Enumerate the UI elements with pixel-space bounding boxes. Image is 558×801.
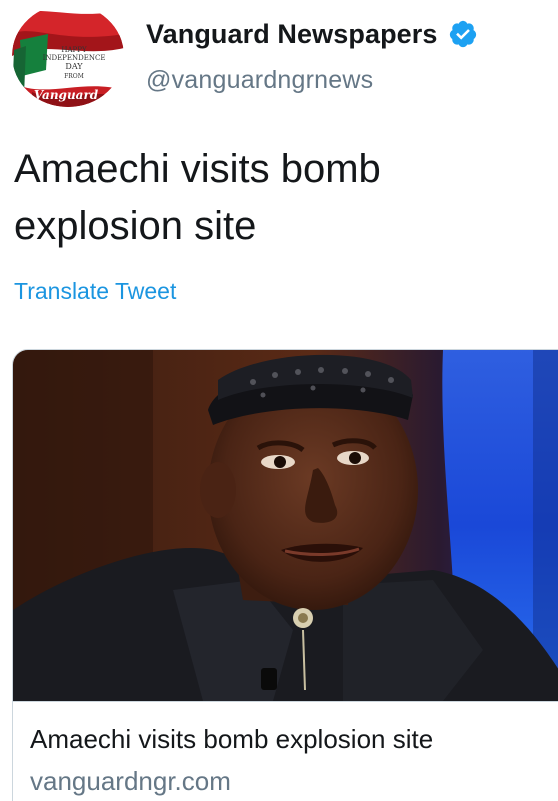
card-image (13, 350, 558, 701)
tweet-text: Amaechi visits bomb explosion site (14, 147, 381, 248)
card-title: Amaechi visits bomb explosion site (30, 724, 434, 754)
author-display-name[interactable]: Vanguard Newspapers (146, 19, 438, 50)
author-avatar[interactable]: HAPPY INDEPENDENCE DAY FROM Vanguard (12, 4, 124, 107)
avatar-image: HAPPY INDEPENDENCE DAY FROM Vanguard (12, 4, 124, 107)
svg-text:INDEPENDENCE: INDEPENDENCE (43, 54, 106, 62)
author-name-row: Vanguard Newspapers (146, 14, 478, 54)
card-meta: Amaechi visits bomb explosion site vangu… (13, 701, 558, 796)
svg-text:FROM: FROM (64, 73, 84, 80)
svg-text:DAY: DAY (65, 62, 83, 71)
author-handle[interactable]: @vanguardngrnews (146, 66, 478, 95)
translate-tweet-link[interactable]: Translate Tweet (14, 278, 176, 305)
author-info: Vanguard Newspapers @vanguardngrnews (146, 14, 478, 95)
svg-text:HAPPY: HAPPY (61, 46, 87, 54)
card-domain: vanguardngr.com (30, 766, 231, 796)
tweet: HAPPY INDEPENDENCE DAY FROM Vanguard Van… (0, 0, 558, 801)
svg-text:Vanguard: Vanguard (34, 88, 99, 102)
verified-badge-icon (449, 20, 476, 48)
link-preview-card[interactable]: Amaechi visits bomb explosion site vangu… (12, 349, 558, 801)
